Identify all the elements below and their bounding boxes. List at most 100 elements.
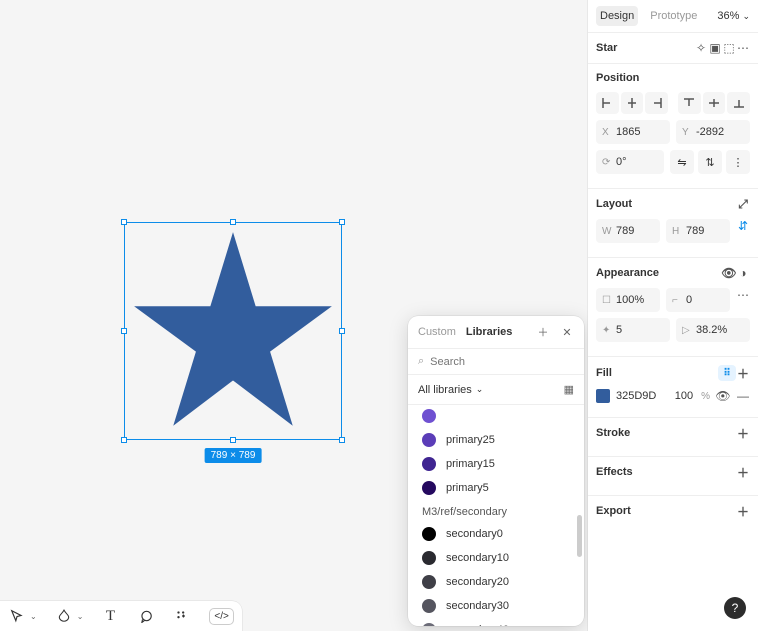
ratio-value: 38.2%	[696, 324, 727, 336]
color-item-label: secondary0	[446, 528, 503, 540]
color-swatch-icon	[422, 623, 436, 626]
corner-value: 0	[686, 294, 692, 306]
align-right-icon[interactable]	[645, 92, 668, 114]
opacity-field[interactable]: ☐100%	[596, 288, 660, 312]
help-button[interactable]: ?	[724, 597, 746, 619]
color-item-label: secondary20	[446, 576, 509, 588]
comment-tool-icon[interactable]	[137, 607, 155, 625]
resize-handle-lc[interactable]	[121, 328, 127, 334]
fill-visibility-icon[interactable]: 👁	[716, 389, 730, 403]
remove-fill-icon[interactable]: —	[736, 389, 750, 403]
section-title-layout: Layout	[596, 198, 632, 210]
add-effect-icon[interactable]: ＋	[736, 465, 750, 479]
color-list-item[interactable]: x	[408, 409, 584, 428]
library-filter[interactable]: All libraries ⌄ ▦	[408, 375, 584, 405]
more-icon[interactable]: ⋯	[736, 41, 750, 55]
resize-handle-tc[interactable]	[230, 219, 236, 225]
resize-handle-br[interactable]	[339, 437, 345, 443]
popup-tab-custom[interactable]: Custom	[418, 326, 456, 338]
align-top-icon[interactable]	[678, 92, 701, 114]
zoom-dropdown[interactable]: 36%⌄	[717, 10, 750, 22]
pen-tool-chevron-icon[interactable]: ⌄	[77, 612, 84, 621]
fill-swatch[interactable]	[596, 389, 610, 403]
align-left-icon[interactable]	[596, 92, 619, 114]
export-section: Export＋	[588, 496, 758, 534]
resize-handle-rc[interactable]	[339, 328, 345, 334]
fill-opacity-value[interactable]: 100	[675, 390, 693, 402]
layer-name[interactable]: Star	[596, 42, 694, 54]
position-x-value: 1865	[616, 126, 640, 138]
color-list-item[interactable]: secondary40	[408, 618, 584, 626]
resize-handle-bl[interactable]	[121, 437, 127, 443]
visibility-icon[interactable]: 👁	[722, 266, 736, 280]
pen-tool-icon[interactable]	[55, 607, 73, 625]
close-popup-icon[interactable]: ✕	[560, 326, 574, 339]
popup-header: Custom Libraries ＋ ✕	[408, 316, 584, 349]
resize-handle-tr[interactable]	[339, 219, 345, 225]
height-field[interactable]: H789	[666, 219, 730, 243]
popup-tab-libraries[interactable]: Libraries	[466, 326, 512, 338]
add-stroke-icon[interactable]: ＋	[736, 426, 750, 440]
layout-section: Layout ⤢ W789 H789 ⇵	[588, 189, 758, 258]
more-transform-icon[interactable]: ⋮	[726, 150, 750, 174]
fill-hex-value[interactable]: 325D9D	[616, 390, 669, 402]
color-list-item[interactable]: primary5	[408, 476, 584, 500]
search-input[interactable]	[430, 356, 574, 368]
align-vcenter-icon[interactable]	[703, 92, 726, 114]
color-swatch-icon	[422, 527, 436, 541]
selection-frame[interactable]: 789 × 789	[124, 222, 342, 440]
text-tool-icon[interactable]: T	[101, 607, 119, 625]
color-list-item[interactable]: secondary20	[408, 570, 584, 594]
align-bottom-icon[interactable]	[727, 92, 750, 114]
color-list-item[interactable]: secondary0	[408, 522, 584, 546]
blend-icon[interactable]: ◑	[736, 266, 750, 280]
resize-handle-tl[interactable]	[121, 219, 127, 225]
color-swatch-icon	[422, 551, 436, 565]
frame-selection-icon[interactable]: ▣	[708, 41, 722, 55]
align-hcenter-icon[interactable]	[621, 92, 644, 114]
add-style-icon[interactable]: ＋	[536, 324, 550, 340]
zoom-value: 36%	[717, 10, 739, 22]
rotation-field[interactable]: ⟳0°	[596, 150, 664, 174]
height-value: 789	[686, 225, 704, 237]
color-swatch-icon	[422, 481, 436, 495]
appearance-section: Appearance👁◑ ☐100% ⌐0 ⋯ ✦5 ▷38.2%	[588, 258, 758, 357]
search-icon: ⌕	[418, 355, 424, 368]
auto-layout-icon[interactable]: ⤢	[736, 197, 750, 211]
align-tidy-icon[interactable]: ✧	[694, 41, 708, 55]
color-list-item[interactable]: primary25	[408, 428, 584, 452]
appearance-more-icon[interactable]: ⋯	[736, 288, 750, 302]
position-x-field[interactable]: X1865	[596, 120, 670, 144]
grid-view-icon[interactable]: ▦	[564, 383, 574, 396]
flip-horizontal-icon[interactable]: ⇋	[670, 150, 694, 174]
position-y-field[interactable]: Y-2892	[676, 120, 750, 144]
move-tool-icon[interactable]	[8, 607, 26, 625]
fill-libraries-icon[interactable]: ⠿	[718, 365, 736, 381]
star-ratio-field[interactable]: ▷38.2%	[676, 318, 750, 342]
link-dimensions-icon[interactable]: ⇵	[736, 219, 750, 233]
color-list-item[interactable]: secondary30	[408, 594, 584, 618]
actions-tool-icon[interactable]	[173, 607, 191, 625]
color-list-item[interactable]: primary15	[408, 452, 584, 476]
star-points-field[interactable]: ✦5	[596, 318, 670, 342]
corner-radius-field[interactable]: ⌐0	[666, 288, 730, 312]
move-tool-chevron-icon[interactable]: ⌄	[30, 612, 37, 621]
color-list-item[interactable]: secondary10	[408, 546, 584, 570]
component-icon[interactable]: ⬚	[722, 41, 736, 55]
inspector-panel: Design Prototype 36%⌄ Star ✧ ▣ ⬚ ⋯ Posit…	[588, 0, 758, 631]
flip-vertical-icon[interactable]: ⇅	[698, 150, 722, 174]
section-title-fill: Fill	[596, 367, 612, 379]
scrollbar-thumb[interactable]	[577, 515, 582, 557]
tab-prototype[interactable]: Prototype	[646, 6, 701, 26]
tab-design[interactable]: Design	[596, 6, 638, 26]
dev-mode-icon[interactable]: </>	[209, 608, 233, 625]
color-library-popup: Custom Libraries ＋ ✕ ⌕ All libraries ⌄ ▦…	[408, 316, 584, 626]
width-field[interactable]: W789	[596, 219, 660, 243]
color-group-header: M3/ref/secondary	[408, 500, 584, 522]
add-fill-icon[interactable]: ＋	[736, 366, 750, 380]
star-shape[interactable]	[130, 228, 336, 434]
resize-handle-bc[interactable]	[230, 437, 236, 443]
color-list[interactable]: x primary25 primary15 primary5 M3/ref/se…	[408, 405, 584, 626]
color-item-label: x	[446, 414, 452, 418]
add-export-icon[interactable]: ＋	[736, 504, 750, 518]
